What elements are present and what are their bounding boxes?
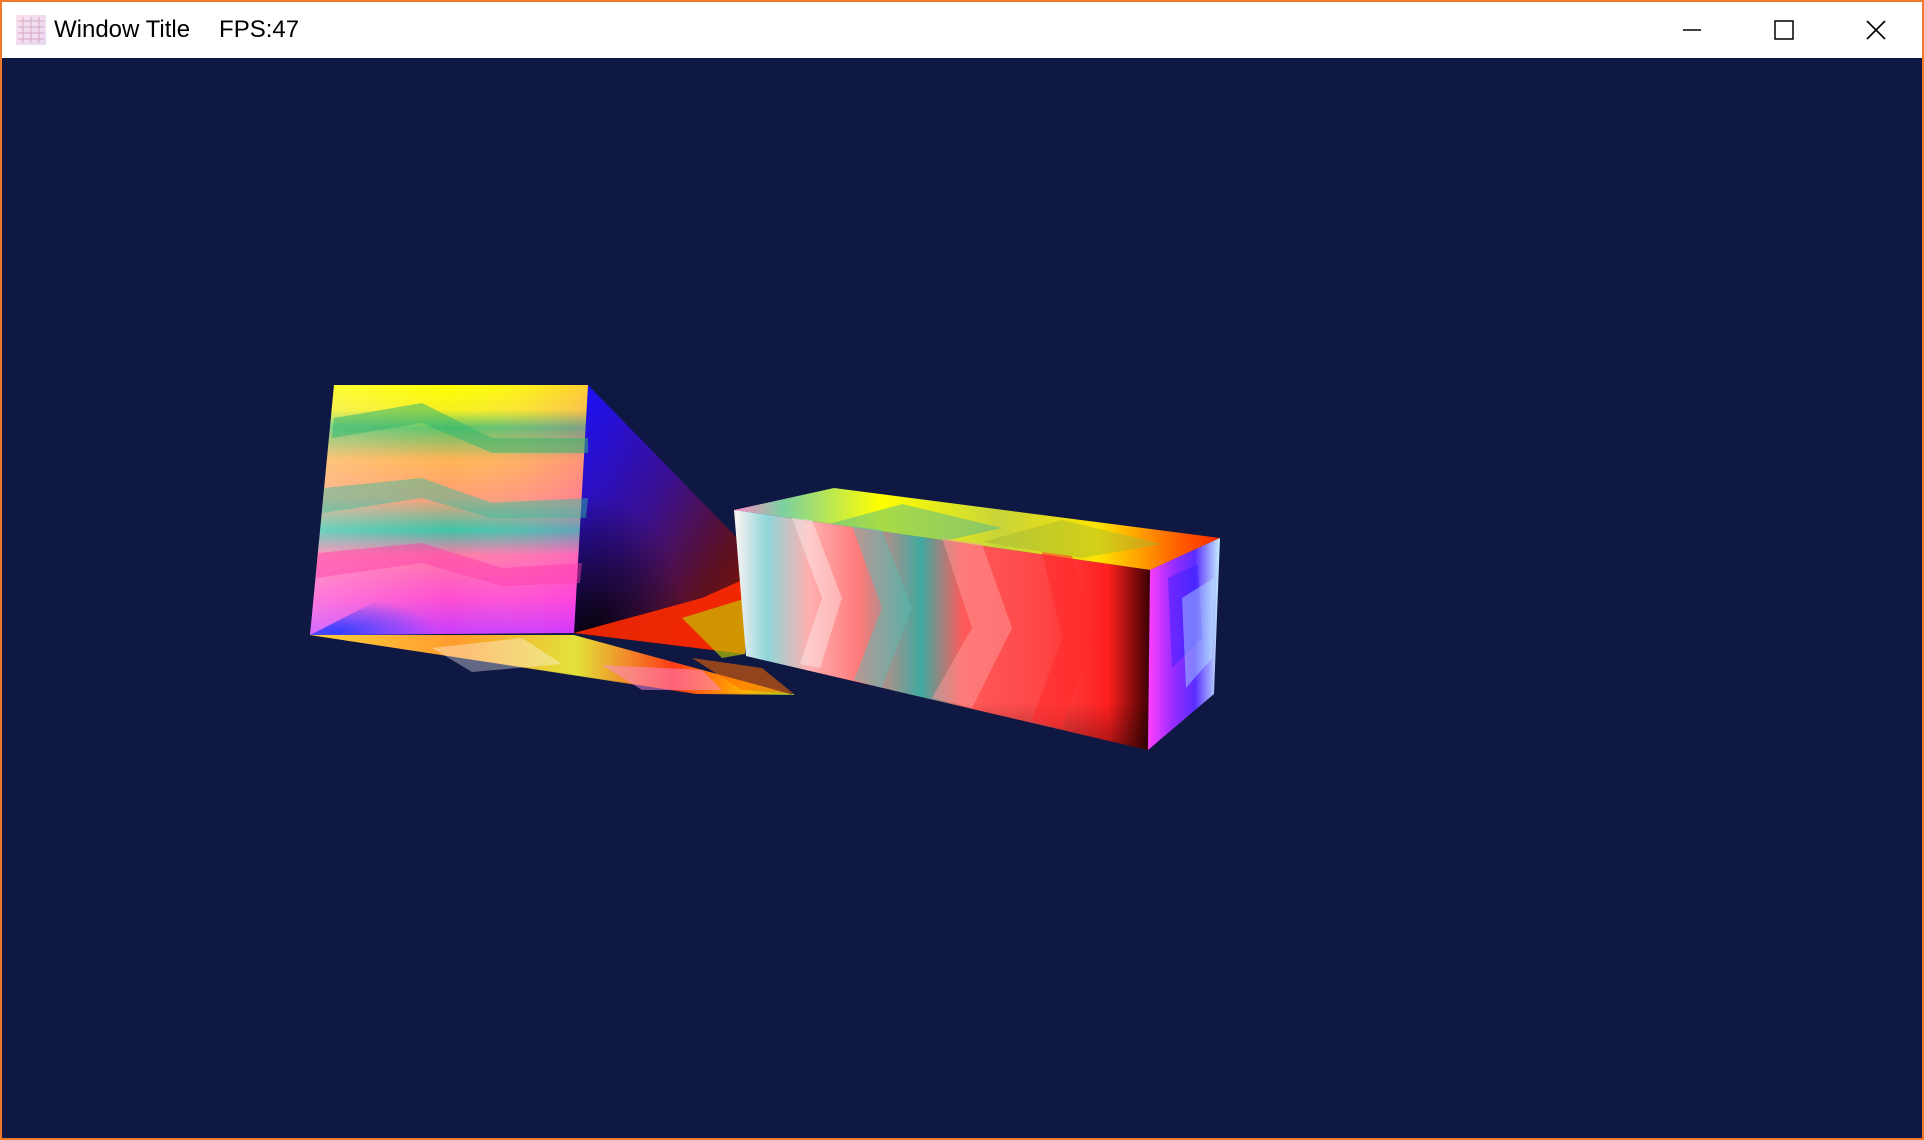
close-button[interactable] — [1830, 2, 1922, 58]
box-object — [734, 488, 1220, 750]
cube-object — [310, 385, 794, 695]
fps-counter: FPS:47 — [219, 16, 300, 43]
render-viewport[interactable] — [2, 58, 1922, 1138]
window-controls — [1646, 2, 1922, 58]
minimize-button[interactable] — [1646, 2, 1738, 58]
window-title: Window Title — [54, 16, 191, 43]
maximize-icon — [1774, 20, 1794, 40]
3d-scene — [310, 385, 1220, 750]
title-bar[interactable]: Window Title FPS:47 — [2, 2, 1922, 58]
maximize-button[interactable] — [1738, 2, 1830, 58]
minimize-icon — [1683, 29, 1701, 31]
app-window: Window Title FPS:47 — [0, 0, 1924, 1140]
close-icon — [1866, 20, 1886, 40]
app-icon — [16, 15, 46, 45]
